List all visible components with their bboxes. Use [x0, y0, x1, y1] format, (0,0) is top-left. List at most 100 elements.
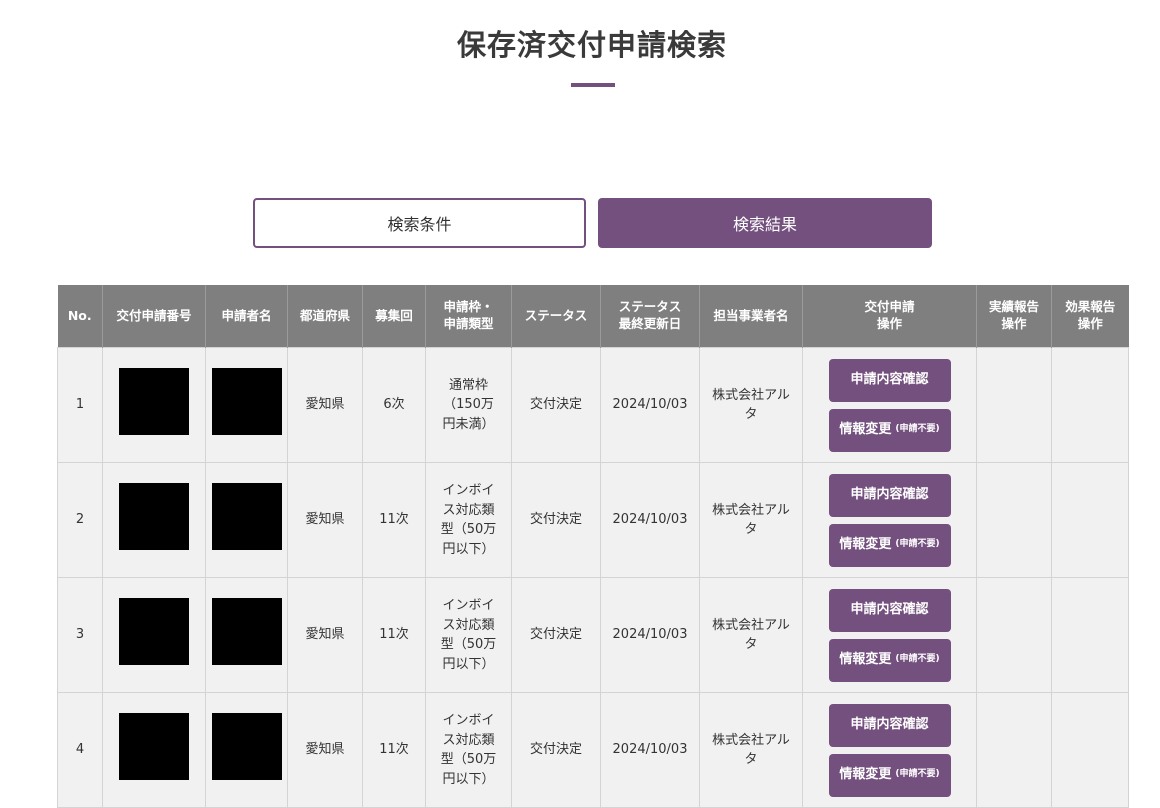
redacted-block — [119, 598, 189, 666]
category-line: ス対応類 — [442, 617, 495, 633]
title-underline — [571, 83, 615, 87]
redacted-block — [211, 483, 282, 551]
category-line: 通常枠 — [448, 377, 488, 393]
column-header-line: ステータス — [618, 299, 682, 315]
column-header: 交付申請番号 — [102, 285, 206, 348]
vendor-line: タ — [744, 637, 758, 652]
change-info-label: 情報変更 — [839, 652, 892, 668]
column-header: 担当事業者名 — [699, 285, 803, 348]
vendor-line: タ — [744, 407, 758, 422]
redacted-block — [211, 713, 282, 781]
cell-category: インボイ ス対応類 型（50万 円以下） — [425, 692, 512, 808]
cell-applicant-name — [205, 347, 288, 463]
cell-application-number — [102, 347, 206, 463]
cell-vendor: 株式会社アルタ — [699, 462, 803, 578]
column-header-line: 操作 — [1077, 316, 1103, 331]
column-header: 都道府県 — [287, 285, 363, 348]
category-line: インボイ — [442, 598, 495, 613]
cell-effect-report-actions — [1051, 462, 1129, 578]
column-header-line: No. — [67, 307, 92, 323]
category-line: 円未満） — [442, 416, 495, 432]
action-button-group: 申請内容確認 情報変更 (申請不要) — [807, 473, 972, 567]
cell-no: 1 — [57, 347, 103, 463]
change-info-label: 情報変更 — [839, 767, 892, 783]
column-header-line: 都道府県 — [299, 307, 350, 323]
column-header-line: 最終更新日 — [618, 316, 682, 331]
column-header-line: 効果報告 — [1065, 299, 1116, 315]
cell-category: インボイ ス対応類 型（50万 円以下） — [425, 577, 512, 693]
results-table-container: No. 交付申請番号 申請者名 都道府県 募集回 申請枠・ 申請類型 ステータス ステータス 最終… — [57, 285, 1129, 808]
confirm-application-button[interactable]: 申請内容確認 — [828, 473, 951, 517]
cell-round: 11次 — [362, 692, 426, 808]
change-info-label: 情報変更 — [839, 537, 892, 553]
table-row: 3 愛知県 11次 インボイ ス対応類 型（50万 円以下） 交付決定 2024/10/03 株式… — [57, 577, 1129, 693]
change-info-label: 情報変更 — [839, 422, 892, 438]
confirm-application-button[interactable]: 申請内容確認 — [828, 588, 951, 632]
change-info-button[interactable]: 情報変更 (申請不要) — [828, 638, 951, 682]
confirm-application-button[interactable]: 申請内容確認 — [828, 703, 951, 747]
cell-round: 11次 — [362, 577, 426, 693]
category-line: 型（50万 — [440, 522, 497, 537]
table-header-row: No. 交付申請番号 申請者名 都道府県 募集回 申請枠・ 申請類型 ステータス ステータス 最終… — [57, 285, 1129, 348]
cell-effect-report-actions — [1051, 577, 1129, 693]
cell-updated-date: 2024/10/03 — [600, 692, 700, 808]
cell-application-number — [102, 462, 206, 578]
category-line: インボイ — [442, 713, 495, 728]
action-button-group: 申請内容確認 情報変更 (申請不要) — [807, 358, 972, 452]
column-header-line: 担当事業者名 — [713, 307, 789, 323]
cell-performance-report-actions — [976, 692, 1052, 808]
column-header: 実績報告 操作 — [976, 285, 1052, 348]
column-header-line: 申請者名 — [221, 307, 272, 323]
change-info-note: (申請不要) — [895, 539, 940, 550]
redacted-block — [119, 713, 189, 781]
table-row: 4 愛知県 11次 インボイ ス対応類 型（50万 円以下） 交付決定 2024/10/03 株式… — [57, 692, 1129, 808]
cell-applicant-name — [205, 692, 288, 808]
category-line: （150万 — [443, 397, 494, 413]
cell-effect-report-actions — [1051, 692, 1129, 808]
cell-application-actions: 申請内容確認 情報変更 (申請不要) — [802, 462, 977, 578]
vendor-line: タ — [744, 522, 758, 537]
cell-updated-date: 2024/10/03 — [600, 462, 700, 578]
column-header-line: 交付申請 — [864, 299, 915, 315]
change-info-note: (申請不要) — [895, 424, 940, 435]
column-header-line: 申請枠・ — [443, 299, 494, 315]
cell-round: 11次 — [362, 462, 426, 578]
category-line: ス対応類 — [442, 502, 495, 518]
column-header: 申請者名 — [205, 285, 288, 348]
table-row: 1 愛知県 6次 通常枠 （150万 円未満） 交付決定 2024/10/03 株式会社アルタ申… — [57, 347, 1129, 463]
column-header: ステータス — [511, 285, 601, 348]
column-header-line: ステータス — [524, 307, 588, 323]
cell-status: 交付決定 — [511, 577, 601, 693]
cell-prefecture: 愛知県 — [287, 692, 363, 808]
cell-vendor: 株式会社アルタ — [699, 347, 803, 463]
cell-vendor: 株式会社アルタ — [699, 692, 803, 808]
category-line: 円以下） — [442, 541, 495, 557]
change-info-button[interactable]: 情報変更 (申請不要) — [828, 753, 951, 797]
column-header: ステータス 最終更新日 — [600, 285, 700, 348]
cell-no: 2 — [57, 462, 103, 578]
cell-applicant-name — [205, 577, 288, 693]
action-button-group: 申請内容確認 情報変更 (申請不要) — [807, 703, 972, 797]
tab-search-results[interactable]: 検索結果 — [598, 198, 932, 248]
action-button-group: 申請内容確認 情報変更 (申請不要) — [807, 588, 972, 682]
column-header-line: 交付申請番号 — [116, 307, 192, 323]
change-info-button[interactable]: 情報変更 (申請不要) — [828, 523, 951, 567]
change-info-button[interactable]: 情報変更 (申請不要) — [828, 408, 951, 452]
table-row: 2 愛知県 11次 インボイ ス対応類 型（50万 円以下） 交付決定 2024/10/03 株式… — [57, 462, 1129, 578]
confirm-application-button[interactable]: 申請内容確認 — [828, 358, 951, 402]
category-line: ス対応類 — [442, 732, 495, 748]
cell-updated-date: 2024/10/03 — [600, 347, 700, 463]
cell-vendor: 株式会社アルタ — [699, 577, 803, 693]
column-header-line: 募集回 — [375, 307, 413, 323]
cell-application-number — [102, 692, 206, 808]
vendor-line: 株式会社アル — [712, 617, 790, 633]
cell-application-number — [102, 577, 206, 693]
cell-prefecture: 愛知県 — [287, 347, 363, 463]
cell-no: 3 — [57, 577, 103, 693]
tab-search-conditions[interactable]: 検索条件 — [253, 198, 586, 248]
category-line: 円以下） — [442, 656, 495, 672]
category-line: インボイ — [442, 483, 495, 498]
cell-performance-report-actions — [976, 347, 1052, 463]
cell-effect-report-actions — [1051, 347, 1129, 463]
cell-round: 6次 — [362, 347, 426, 463]
